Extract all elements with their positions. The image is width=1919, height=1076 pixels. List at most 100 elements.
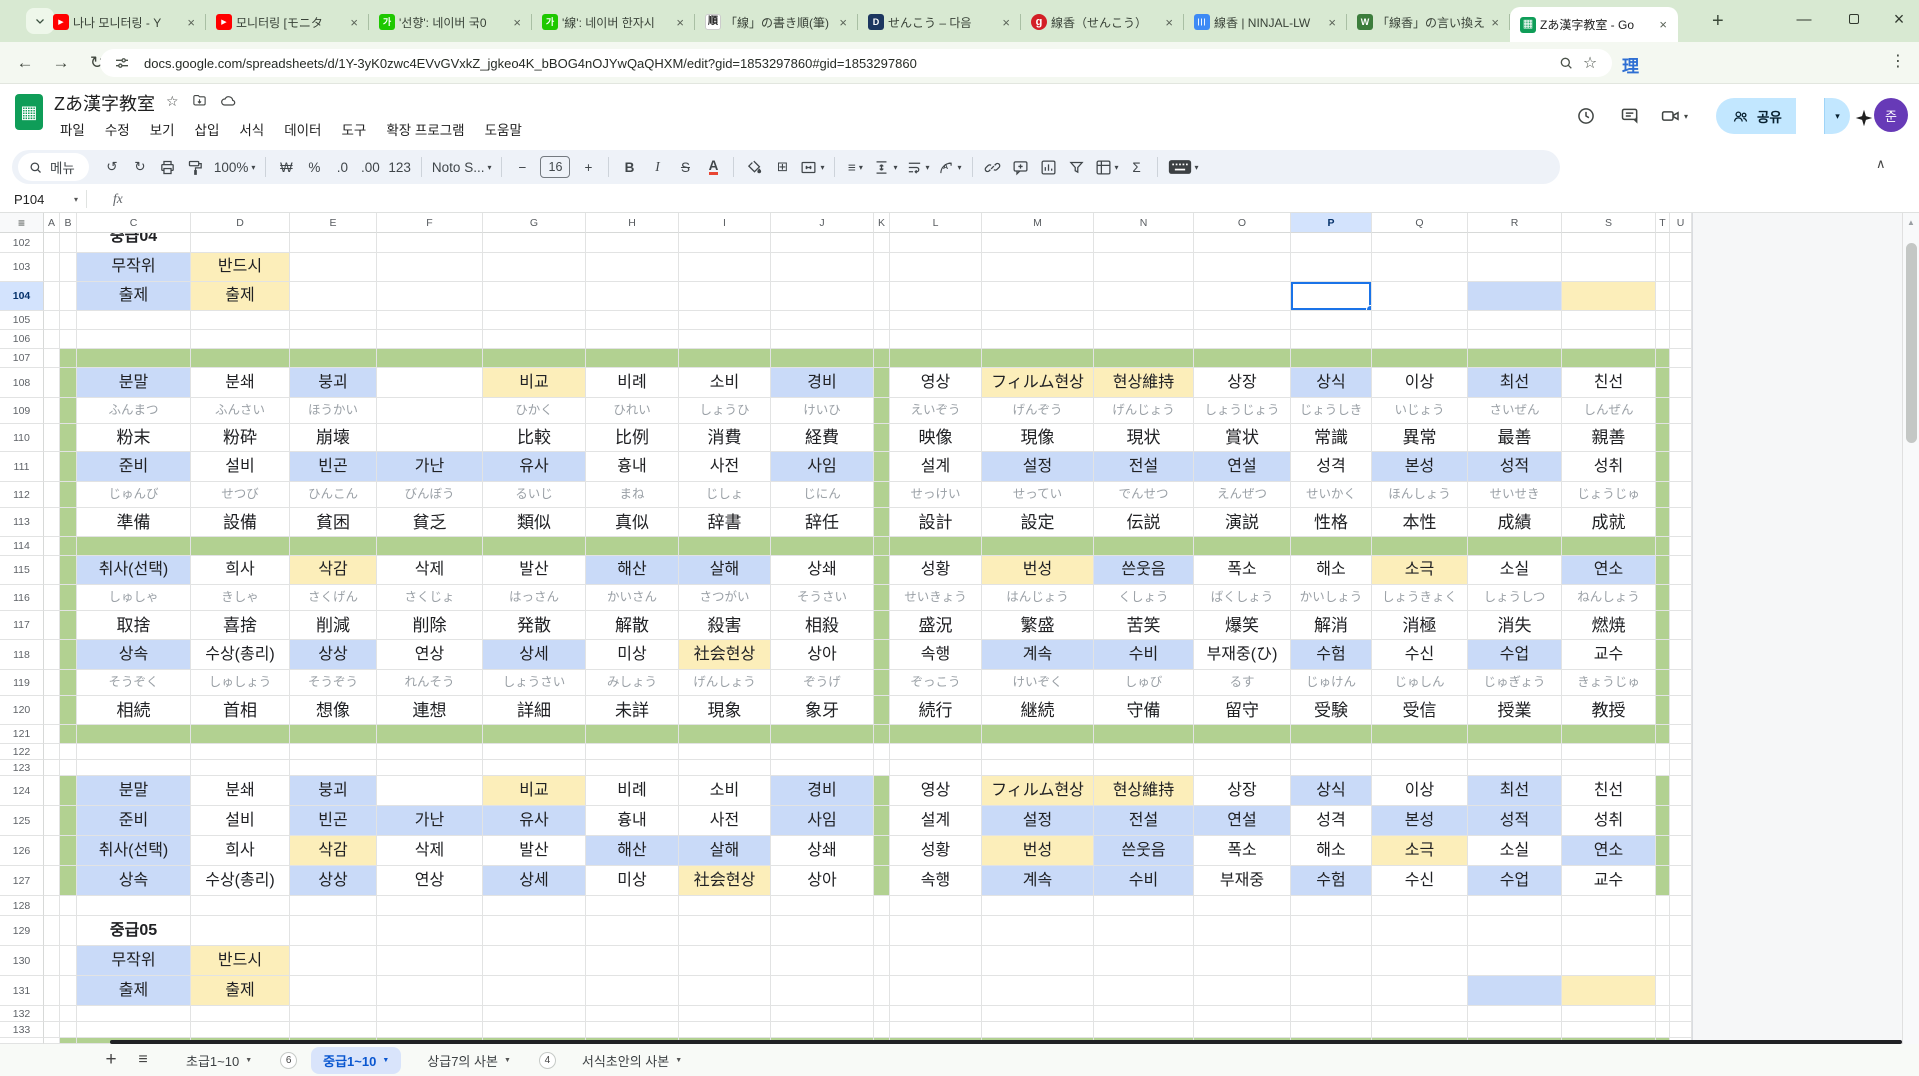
cell-U128[interactable] <box>1670 896 1692 916</box>
cell-G103[interactable] <box>483 253 586 282</box>
cell-B128[interactable] <box>60 896 77 916</box>
currency-format[interactable]: ₩ <box>273 154 299 180</box>
cell-C124[interactable]: 분말 <box>77 776 191 806</box>
cell-D125[interactable]: 설비 <box>191 806 290 836</box>
cell-H130[interactable] <box>586 946 679 976</box>
cell-Q102[interactable] <box>1372 233 1468 253</box>
cell-A127[interactable] <box>44 866 60 896</box>
cell-D107[interactable] <box>191 349 290 368</box>
row-header-116[interactable]: 116 <box>0 585 44 611</box>
cell-P119[interactable]: じゅけん <box>1291 670 1372 696</box>
cell-F113[interactable]: 貧乏 <box>377 508 483 537</box>
cell-K113[interactable] <box>874 508 890 537</box>
cell-D133[interactable] <box>191 1022 290 1038</box>
cell-A121[interactable] <box>44 725 60 744</box>
row-header-125[interactable]: 125 <box>0 806 44 836</box>
menu-서식[interactable]: 서식 <box>231 116 272 142</box>
cell-H131[interactable] <box>586 976 679 1006</box>
cell-T114[interactable] <box>1656 537 1670 556</box>
cell-J104[interactable] <box>771 282 874 311</box>
cell-I133[interactable] <box>679 1022 771 1038</box>
cell-K129[interactable] <box>874 916 890 946</box>
cell-A106[interactable] <box>44 330 60 349</box>
cell-H120[interactable]: 未詳 <box>586 696 679 725</box>
cell-I109[interactable]: しょうひ <box>679 398 771 424</box>
cell-S113[interactable]: 成就 <box>1562 508 1656 537</box>
cell-C106[interactable] <box>77 330 191 349</box>
cell-Q108[interactable]: 이상 <box>1372 368 1468 398</box>
cell-A111[interactable] <box>44 452 60 482</box>
cell-U127[interactable] <box>1670 866 1692 896</box>
document-title[interactable]: Zあ漢字教室 <box>54 90 155 116</box>
star-document-icon[interactable]: ☆ <box>166 93 179 110</box>
cell-M102[interactable] <box>982 233 1094 253</box>
cell-P115[interactable]: 해소 <box>1291 556 1372 585</box>
cell-S102[interactable] <box>1562 233 1656 253</box>
cell-S119[interactable]: きょうじゅ <box>1562 670 1656 696</box>
cell-F104[interactable] <box>377 282 483 311</box>
cell-O124[interactable]: 상장 <box>1194 776 1291 806</box>
cell-U123[interactable] <box>1670 760 1692 776</box>
cell-S104[interactable] <box>1562 282 1656 311</box>
cell-D130[interactable]: 반드시 <box>191 946 290 976</box>
cell-R102[interactable] <box>1468 233 1562 253</box>
cell-H106[interactable] <box>586 330 679 349</box>
cell-B106[interactable] <box>60 330 77 349</box>
cell-R107[interactable] <box>1468 349 1562 368</box>
cell-L114[interactable] <box>890 537 982 556</box>
cell-K124[interactable] <box>874 776 890 806</box>
bookmark-star-icon[interactable]: ☆ <box>1578 51 1602 75</box>
cell-P132[interactable] <box>1291 1006 1372 1022</box>
cell-G110[interactable]: 比較 <box>483 424 586 452</box>
cell-M126[interactable]: 번성 <box>982 836 1094 866</box>
cell-R129[interactable] <box>1468 916 1562 946</box>
cell-F122[interactable] <box>377 744 483 760</box>
cell-B121[interactable] <box>60 725 77 744</box>
cell-N111[interactable]: 전설 <box>1094 452 1194 482</box>
browser-menu-icon[interactable]: ⋮ <box>1890 51 1906 71</box>
cell-U104[interactable] <box>1670 282 1692 311</box>
cell-B125[interactable] <box>60 806 77 836</box>
cell-B129[interactable] <box>60 916 77 946</box>
cell-Q132[interactable] <box>1372 1006 1468 1022</box>
cell-D115[interactable]: 희사 <box>191 556 290 585</box>
extension-icon[interactable]: 理 <box>1622 52 1639 77</box>
cell-S112[interactable]: じょうじゅ <box>1562 482 1656 508</box>
cell-I126[interactable]: 살해 <box>679 836 771 866</box>
cell-B132[interactable] <box>60 1006 77 1022</box>
cell-F119[interactable]: れんそう <box>377 670 483 696</box>
cell-J116[interactable]: そうさい <box>771 585 874 611</box>
cell-O130[interactable] <box>1194 946 1291 976</box>
account-avatar[interactable]: 준 <box>1874 98 1908 132</box>
window-close-button[interactable]: × <box>1879 4 1919 34</box>
cell-J126[interactable]: 상쇄 <box>771 836 874 866</box>
cell-S132[interactable] <box>1562 1006 1656 1022</box>
cell-S121[interactable] <box>1562 725 1656 744</box>
cell-J108[interactable]: 경비 <box>771 368 874 398</box>
font-select[interactable]: Noto S...▾ <box>429 154 495 180</box>
cell-P124[interactable]: 상식 <box>1291 776 1372 806</box>
tab-close-icon[interactable]: × <box>999 15 1013 30</box>
cell-J131[interactable] <box>771 976 874 1006</box>
cell-S105[interactable] <box>1562 311 1656 330</box>
cell-O122[interactable] <box>1194 744 1291 760</box>
cell-C103[interactable]: 무작위 <box>77 253 191 282</box>
cell-C118[interactable]: 상속 <box>77 640 191 670</box>
cell-H107[interactable] <box>586 349 679 368</box>
cell-N127[interactable]: 수비 <box>1094 866 1194 896</box>
row-header-118[interactable]: 118 <box>0 640 44 670</box>
cell-A110[interactable] <box>44 424 60 452</box>
cell-U110[interactable] <box>1670 424 1692 452</box>
cell-E115[interactable]: 삭감 <box>290 556 377 585</box>
cell-U133[interactable] <box>1670 1022 1692 1038</box>
address-bar[interactable]: docs.google.com/spreadsheets/d/1Y-3yK0zw… <box>100 49 1612 77</box>
cell-J132[interactable] <box>771 1006 874 1022</box>
cell-G132[interactable] <box>483 1006 586 1022</box>
cell-Q110[interactable]: 異常 <box>1372 424 1468 452</box>
cell-I130[interactable] <box>679 946 771 976</box>
insert-comment-icon[interactable] <box>1008 154 1034 180</box>
cell-F132[interactable] <box>377 1006 483 1022</box>
cell-H124[interactable]: 비례 <box>586 776 679 806</box>
cell-R126[interactable]: 소실 <box>1468 836 1562 866</box>
cell-A124[interactable] <box>44 776 60 806</box>
